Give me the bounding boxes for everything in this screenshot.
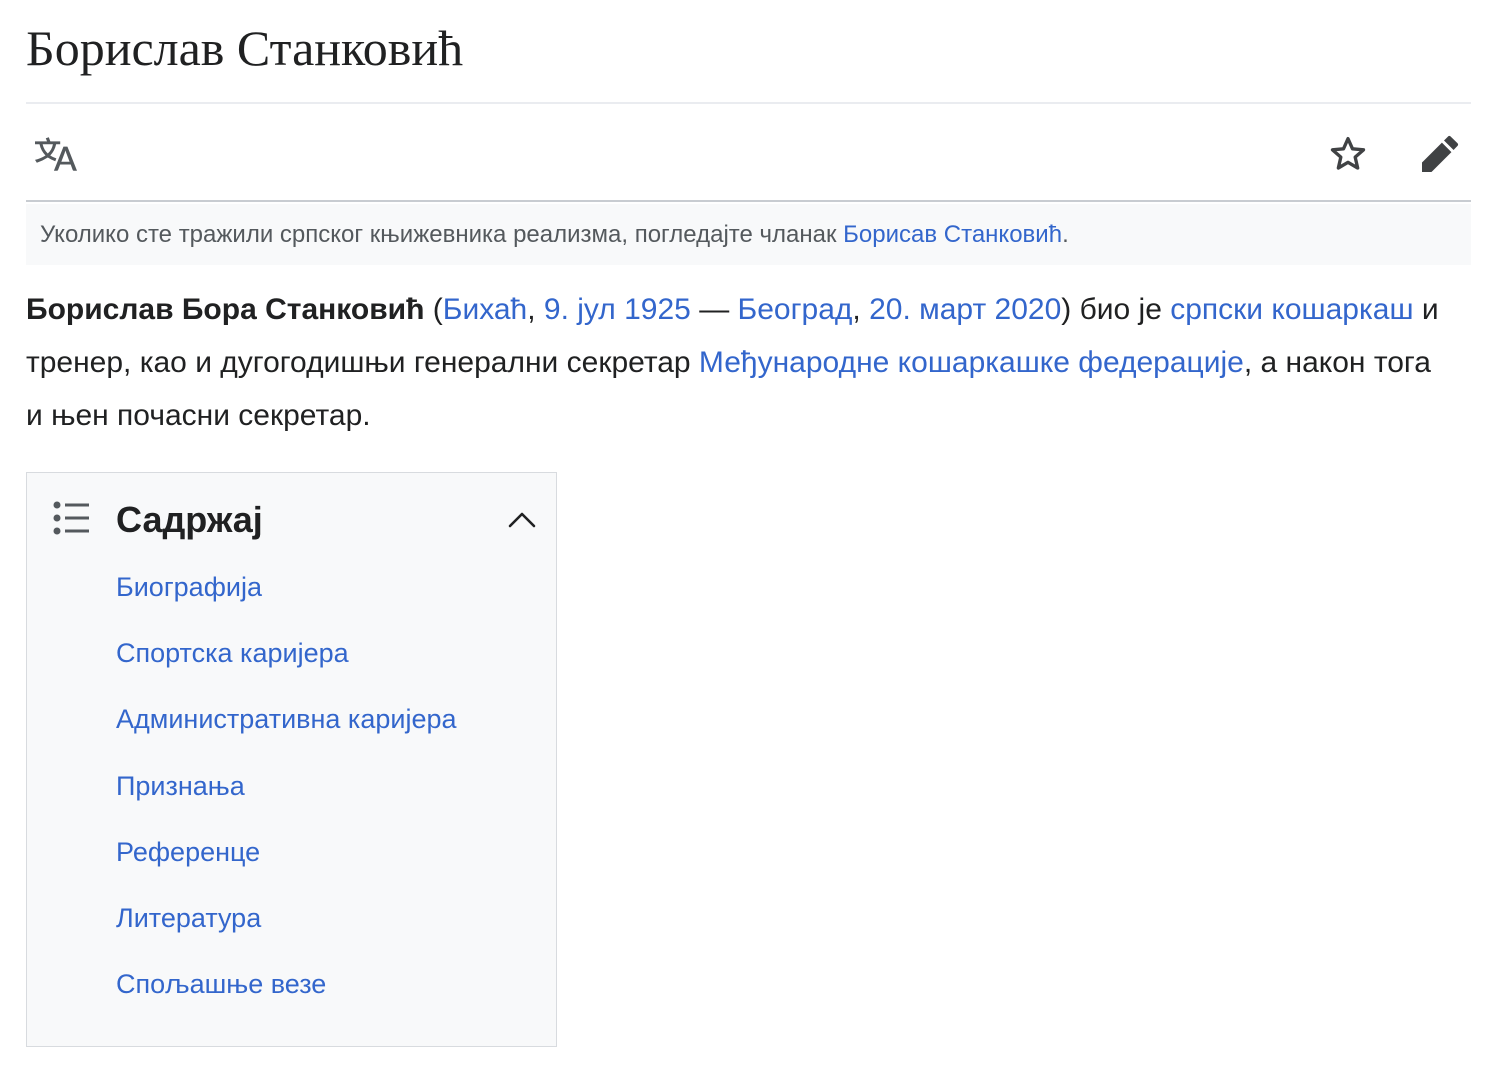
toc-item: Биографија [116, 565, 457, 631]
toc-item: Признања [116, 764, 457, 830]
toc-title: Садржај [116, 499, 263, 540]
edit-button[interactable] [1416, 130, 1464, 178]
basketball-player-link[interactable]: српски кошаркаш [1170, 293, 1413, 326]
toc-collapse-button[interactable] [505, 503, 539, 537]
lead-text: , [527, 293, 544, 326]
page-title: Борислав Станковић [26, 20, 464, 76]
toc-link-awards[interactable]: Признања [116, 771, 245, 801]
toc-item: Литература [116, 896, 457, 962]
table-of-contents: Садржај Биографија Спортска каријера Адм… [26, 472, 557, 1047]
fiba-link[interactable]: Међународне кошаркашке федерације [699, 346, 1244, 379]
language-button[interactable] [32, 130, 80, 178]
lead-text: — [690, 293, 738, 326]
chevron-up-icon [508, 512, 536, 528]
death-place-link[interactable]: Београд [738, 293, 853, 326]
watch-button[interactable] [1324, 130, 1372, 178]
list-bullet-icon [53, 501, 89, 535]
toc-list: Биографија Спортска каријера Администрат… [116, 565, 457, 1028]
translate-icon [35, 137, 77, 171]
pencil-icon [1422, 135, 1459, 172]
birth-date-link[interactable]: 9. јул 1925 [544, 293, 691, 326]
toolbar-divider [26, 200, 1471, 202]
lead-paragraph: Борислав Бора Станковић (Бихаћ, 9. јул 1… [26, 283, 1446, 442]
hatnote-text: Уколико сте тражили српског књижевника р… [40, 221, 844, 248]
lead-bold-name: Борислав Бора Станковић [26, 293, 425, 326]
star-icon [1330, 137, 1366, 170]
toc-item: Спортска каријера [116, 631, 457, 697]
toc-item: Спољашње везе [116, 962, 457, 1028]
toc-link-biography[interactable]: Биографија [116, 572, 262, 602]
toc-link-external-links[interactable]: Спољашње везе [116, 969, 326, 999]
lead-text: ) био је [1061, 293, 1171, 326]
death-date-link[interactable]: 20. март 2020 [869, 293, 1061, 326]
toc-header: Садржај [27, 495, 556, 545]
hatnote-end: . [1062, 221, 1069, 248]
toc-link-sports-career[interactable]: Спортска каријера [116, 638, 349, 668]
lead-text: ( [424, 293, 443, 326]
toc-link-administrative-career[interactable]: Административна каријера [116, 704, 457, 734]
toc-link-references[interactable]: Референце [116, 837, 260, 867]
toc-item: Референце [116, 830, 457, 896]
hatnote-link[interactable]: Борисав Станковић [843, 221, 1062, 248]
page-toolbar [26, 104, 1471, 200]
toc-link-literature[interactable]: Литература [116, 903, 261, 933]
toc-item: Административна каријера [116, 697, 457, 763]
lead-text: , [852, 293, 870, 326]
birth-place-link[interactable]: Бихаћ [443, 293, 527, 326]
hatnote: Уколико сте тражили српског књижевника р… [26, 204, 1471, 265]
